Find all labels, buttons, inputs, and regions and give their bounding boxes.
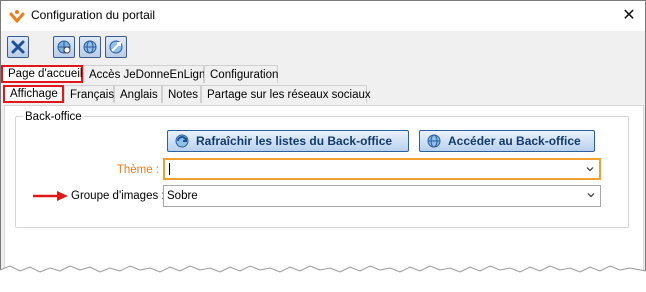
toolbar xyxy=(1,31,645,63)
settings-globe-button[interactable] xyxy=(53,36,75,58)
globe-icon xyxy=(427,134,441,148)
globe-icon xyxy=(83,40,97,54)
arrow-right-icon xyxy=(33,191,68,201)
tab-partage-reseaux[interactable]: Partage sur les réseaux sociaux xyxy=(201,85,371,103)
images-select[interactable]: Sobre xyxy=(163,185,601,207)
close-x-button[interactable] xyxy=(7,36,29,58)
access-backoffice-label: Accéder au Back-office xyxy=(448,134,581,148)
title-bar: Configuration du portail ✕ xyxy=(1,1,645,31)
theme-label: Thème : xyxy=(116,164,159,176)
globe-link-button[interactable] xyxy=(105,36,127,58)
access-backoffice-button[interactable]: Accéder au Back-office xyxy=(419,130,595,152)
tab-francais[interactable]: Français xyxy=(64,85,114,103)
text-cursor xyxy=(169,162,170,175)
images-value: Sobre xyxy=(167,190,198,202)
tab-notes[interactable]: Notes xyxy=(162,85,201,103)
theme-select[interactable] xyxy=(163,158,601,180)
refresh-backoffice-label: Rafraîchir les listes du Back-office xyxy=(196,134,393,148)
tab-acces-jedonneenligne[interactable]: Accès JeDonneEnLigne xyxy=(83,65,212,83)
refresh-backoffice-button[interactable]: Rafraîchir les listes du Back-office xyxy=(167,130,409,152)
window-title: Configuration du portail xyxy=(31,8,156,22)
tab-affichage[interactable]: Affichage xyxy=(3,85,64,103)
settings-globe-icon xyxy=(57,40,71,54)
chevron-down-icon xyxy=(587,193,595,198)
tab-page-accueil[interactable]: Page d'accueil xyxy=(1,65,83,83)
affichage-panel: Back-office Rafraîchir les listes du Bac… xyxy=(4,105,644,282)
app-logo-icon xyxy=(9,10,25,24)
close-x-icon xyxy=(11,40,25,54)
refresh-globe-icon xyxy=(175,134,189,148)
torn-edge xyxy=(0,265,646,292)
portal-config-window: Configuration du portail ✕ Page d'accuei… xyxy=(0,0,646,292)
backoffice-group-title: Back-office xyxy=(23,111,84,123)
images-label: Groupe d'images : xyxy=(71,190,165,202)
window-close-button[interactable]: ✕ xyxy=(619,6,639,26)
tab-configuration[interactable]: Configuration xyxy=(204,65,278,83)
globe-button[interactable] xyxy=(79,36,101,58)
chevron-down-icon xyxy=(586,167,594,172)
tab-anglais[interactable]: Anglais xyxy=(114,85,162,103)
globe-link-icon xyxy=(109,40,123,54)
